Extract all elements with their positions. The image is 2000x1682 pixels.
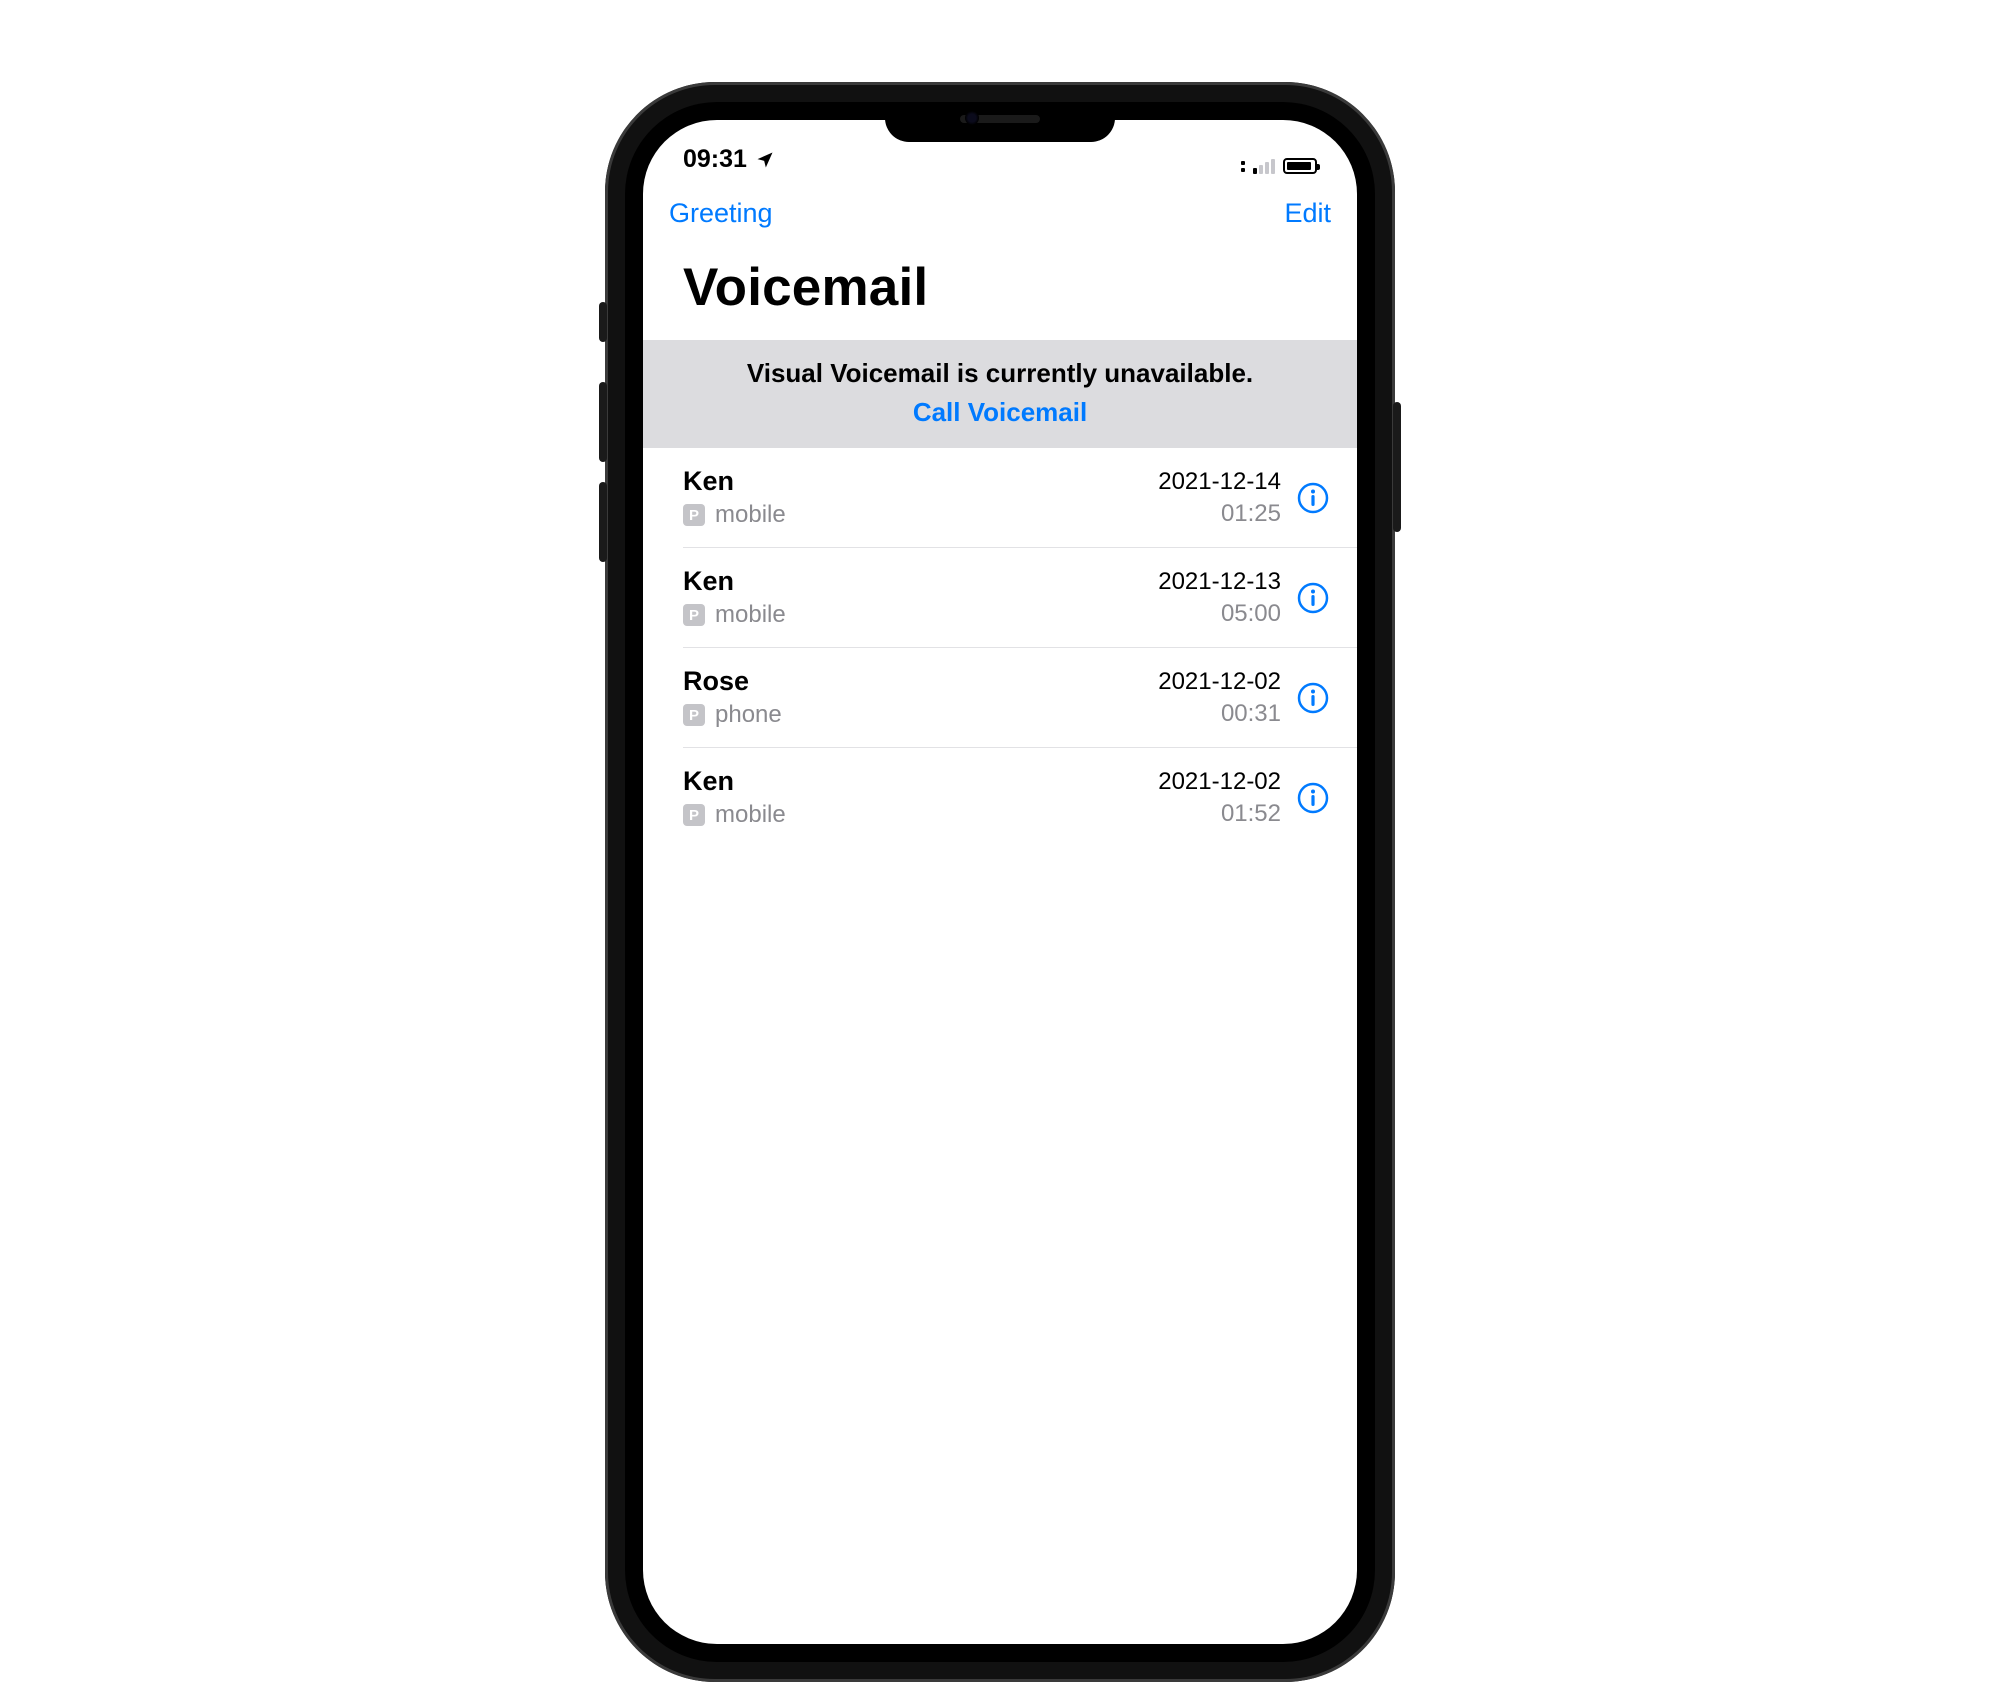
voicemail-duration: 01:25 <box>1221 500 1281 528</box>
location-services-icon <box>755 150 775 170</box>
caller-name: Ken <box>683 766 1144 797</box>
phone-type-badge-icon: P <box>683 804 705 826</box>
call-voicemail-link[interactable]: Call Voicemail <box>663 397 1337 428</box>
voicemail-duration: 01:52 <box>1221 800 1281 828</box>
info-button[interactable] <box>1295 480 1331 516</box>
status-time: 09:31 <box>683 145 747 174</box>
info-icon <box>1297 682 1329 714</box>
volume-up-button <box>599 382 607 462</box>
side-button <box>1393 402 1401 532</box>
info-icon <box>1297 482 1329 514</box>
nav-bar: Greeting Edit <box>643 180 1357 237</box>
phone-type-badge-icon: P <box>683 604 705 626</box>
voicemail-row[interactable]: Ken P mobile 2021-12-02 01:52 <box>683 748 1357 847</box>
caller-name: Ken <box>683 566 1144 597</box>
unavailable-banner: Visual Voicemail is currently unavailabl… <box>643 340 1357 448</box>
greeting-button[interactable]: Greeting <box>669 198 773 229</box>
dual-sim-icon <box>1241 158 1245 174</box>
caller-name: Ken <box>683 466 1144 497</box>
info-button[interactable] <box>1295 680 1331 716</box>
voicemail-row[interactable]: Ken P mobile 2021-12-13 05:00 <box>683 548 1357 648</box>
volume-down-button <box>599 482 607 562</box>
banner-message: Visual Voicemail is currently unavailabl… <box>663 358 1337 389</box>
phone-type-label: mobile <box>715 601 786 629</box>
phone-type-label: mobile <box>715 501 786 529</box>
voicemail-row[interactable]: Rose P phone 2021-12-02 00:31 <box>683 648 1357 748</box>
display-notch <box>885 102 1115 142</box>
page-title: Voicemail <box>643 237 1357 340</box>
info-icon <box>1297 582 1329 614</box>
voicemail-list: Ken P mobile 2021-12-14 01:25 <box>643 448 1357 847</box>
info-button[interactable] <box>1295 580 1331 616</box>
voicemail-date: 2021-12-02 <box>1158 768 1281 796</box>
phone-frame: 09:31 Greeting Edit <box>605 82 1395 1682</box>
voicemail-date: 2021-12-14 <box>1158 468 1281 496</box>
phone-type-badge-icon: P <box>683 504 705 526</box>
voicemail-row[interactable]: Ken P mobile 2021-12-14 01:25 <box>683 448 1357 548</box>
phone-type-label: mobile <box>715 801 786 829</box>
phone-type-badge-icon: P <box>683 704 705 726</box>
caller-name: Rose <box>683 666 1144 697</box>
voicemail-duration: 00:31 <box>1221 700 1281 728</box>
voicemail-date: 2021-12-13 <box>1158 568 1281 596</box>
cellular-signal-icon <box>1253 158 1275 174</box>
phone-type-label: phone <box>715 701 782 729</box>
phone-bezel: 09:31 Greeting Edit <box>625 102 1375 1662</box>
mute-switch <box>599 302 607 342</box>
info-button[interactable] <box>1295 780 1331 816</box>
status-right <box>1241 158 1317 174</box>
status-left: 09:31 <box>683 145 775 174</box>
info-icon <box>1297 782 1329 814</box>
voicemail-duration: 05:00 <box>1221 600 1281 628</box>
voicemail-date: 2021-12-02 <box>1158 668 1281 696</box>
battery-icon <box>1283 158 1317 174</box>
edit-button[interactable]: Edit <box>1284 198 1331 229</box>
screen: 09:31 Greeting Edit <box>643 120 1357 1644</box>
